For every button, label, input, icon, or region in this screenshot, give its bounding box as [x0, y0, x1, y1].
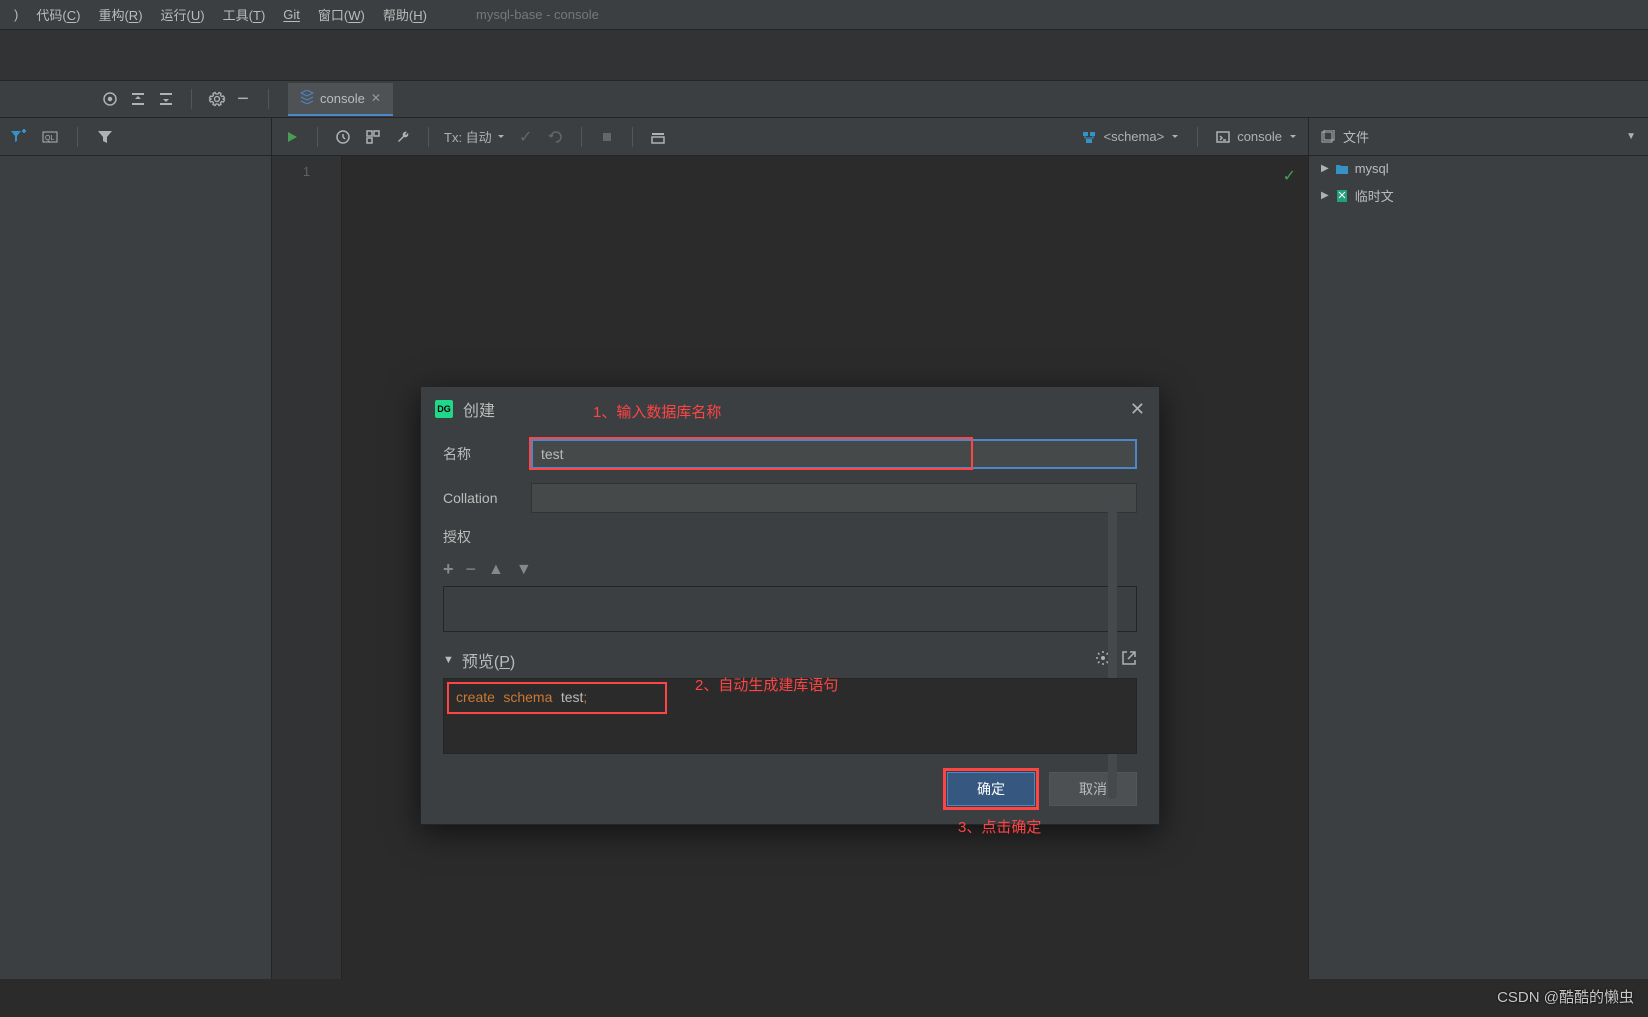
- menu-item-help[interactable]: 帮助(H): [374, 1, 436, 28]
- line-number: 1: [272, 164, 341, 179]
- collapse-icon[interactable]: [156, 89, 176, 109]
- watermark: CSDN @酷酷的懒虫: [1497, 986, 1634, 1007]
- tree-item-temp[interactable]: ▶ 临时文: [1309, 181, 1648, 210]
- menu-item-run[interactable]: 运行(U): [152, 1, 214, 28]
- sql-icon: [300, 90, 314, 107]
- datagrip-icon: DG: [435, 400, 453, 418]
- ok-button[interactable]: 确定: [947, 772, 1035, 806]
- commit-icon[interactable]: ✓: [516, 127, 536, 147]
- explain-icon[interactable]: [363, 127, 383, 147]
- popout-icon[interactable]: [1121, 650, 1137, 671]
- svg-text:QL: QL: [45, 135, 54, 142]
- separator: [428, 127, 429, 147]
- collation-row: Collation: [443, 483, 1137, 513]
- tab-close-icon[interactable]: ✕: [371, 91, 381, 105]
- preview-label: 预览(P): [462, 648, 515, 672]
- chevron-right-icon: ▶: [1321, 190, 1329, 201]
- tab-label: console: [320, 91, 365, 106]
- tree-label: 临时文: [1355, 186, 1394, 205]
- name-label: 名称: [443, 444, 513, 464]
- right-panel: 文件 ▼ ▶ mysql ▶ 临时文: [1308, 118, 1648, 979]
- editor-tabs: console ✕: [288, 83, 393, 116]
- filter-bar: QL: [0, 118, 271, 156]
- tab-console[interactable]: console ✕: [288, 83, 393, 116]
- history-icon[interactable]: [333, 127, 353, 147]
- grant-list[interactable]: [443, 586, 1137, 632]
- right-panel-header[interactable]: 文件 ▼: [1309, 118, 1648, 156]
- left-sidebar: QL: [0, 118, 272, 979]
- minus-icon[interactable]: −: [233, 89, 253, 109]
- menu-item-git[interactable]: Git: [274, 3, 309, 26]
- separator: [77, 127, 78, 147]
- name-input[interactable]: [531, 439, 1137, 469]
- remove-icon[interactable]: −: [466, 559, 477, 580]
- check-icon: ✓: [1283, 166, 1296, 186]
- menu-item-window[interactable]: 窗口(W): [309, 1, 374, 28]
- tree-item-mysql[interactable]: ▶ mysql: [1309, 156, 1648, 181]
- preview-header[interactable]: ▼ 预览(P): [443, 642, 1137, 678]
- files-icon: [1321, 130, 1335, 144]
- grant-toolbar: + − ▲ ▼: [443, 553, 1137, 586]
- expand-icon[interactable]: [128, 89, 148, 109]
- menu-bar: ) 代码(C) 重构(R) 运行(U) 工具(T) Git 窗口(W) 帮助(H…: [0, 0, 1648, 30]
- panel-title: 文件: [1343, 127, 1369, 146]
- menu-item-refactor[interactable]: 重构(R): [89, 1, 151, 28]
- collation-input[interactable]: [531, 483, 1137, 513]
- target-icon[interactable]: [100, 89, 120, 109]
- separator: [191, 89, 192, 109]
- breadcrumb-area: [0, 30, 1648, 80]
- separator: [1197, 127, 1198, 147]
- grant-label: 授权: [443, 527, 1137, 547]
- toolbar-row: − console ✕: [0, 80, 1648, 118]
- scratch-icon: [1335, 189, 1349, 203]
- tree-label: mysql: [1355, 161, 1389, 176]
- editor-toolbar: Tx: 自动 ✓ <schema> console: [272, 118, 1308, 156]
- menu-item-code[interactable]: 代码(C): [27, 1, 89, 28]
- gear-icon[interactable]: [207, 89, 227, 109]
- session-selector[interactable]: console: [1215, 129, 1298, 145]
- down-icon[interactable]: ▼: [516, 561, 532, 579]
- filter-icon[interactable]: [95, 127, 115, 147]
- chevron-down-icon: ▼: [443, 654, 454, 666]
- name-row: 名称: [443, 439, 1137, 469]
- ql-icon[interactable]: QL: [40, 127, 60, 147]
- separator: [317, 127, 318, 147]
- tx-mode-selector[interactable]: Tx: 自动: [444, 127, 506, 146]
- up-icon[interactable]: ▲: [488, 561, 504, 579]
- folder-icon: [1335, 162, 1349, 176]
- dialog-title-text: 创建: [463, 397, 495, 421]
- separator: [632, 127, 633, 147]
- create-schema-dialog: DG 创建 ✕ 名称 Collation 授权 + − ▲ ▼ ▼ 预览(P): [420, 386, 1160, 825]
- chevron-right-icon: ▶: [1321, 163, 1329, 174]
- dialog-titlebar[interactable]: DG 创建 ✕: [421, 387, 1159, 431]
- menu-item-paren[interactable]: ): [5, 3, 27, 26]
- chevron-down-icon: ▼: [1626, 131, 1636, 142]
- separator: [581, 127, 582, 147]
- cancel-button[interactable]: 取消: [1049, 772, 1137, 806]
- line-gutter: 1: [272, 156, 342, 979]
- window-title: mysql-base - console: [476, 7, 599, 22]
- close-icon[interactable]: ✕: [1130, 399, 1145, 420]
- run-icon[interactable]: [282, 127, 302, 147]
- add-icon[interactable]: +: [443, 559, 454, 580]
- schema-selector[interactable]: <schema>: [1081, 129, 1180, 145]
- sql-preview[interactable]: create schema test;: [443, 678, 1137, 754]
- output-icon[interactable]: [648, 127, 668, 147]
- stop-icon[interactable]: [597, 127, 617, 147]
- menu-item-tools[interactable]: 工具(T): [214, 1, 275, 28]
- separator: [268, 89, 269, 109]
- dialog-footer: 确定 取消: [421, 754, 1159, 824]
- add-filter-icon[interactable]: [8, 127, 28, 147]
- collation-label: Collation: [443, 490, 513, 506]
- rollback-icon[interactable]: [546, 127, 566, 147]
- wrench-icon[interactable]: [393, 127, 413, 147]
